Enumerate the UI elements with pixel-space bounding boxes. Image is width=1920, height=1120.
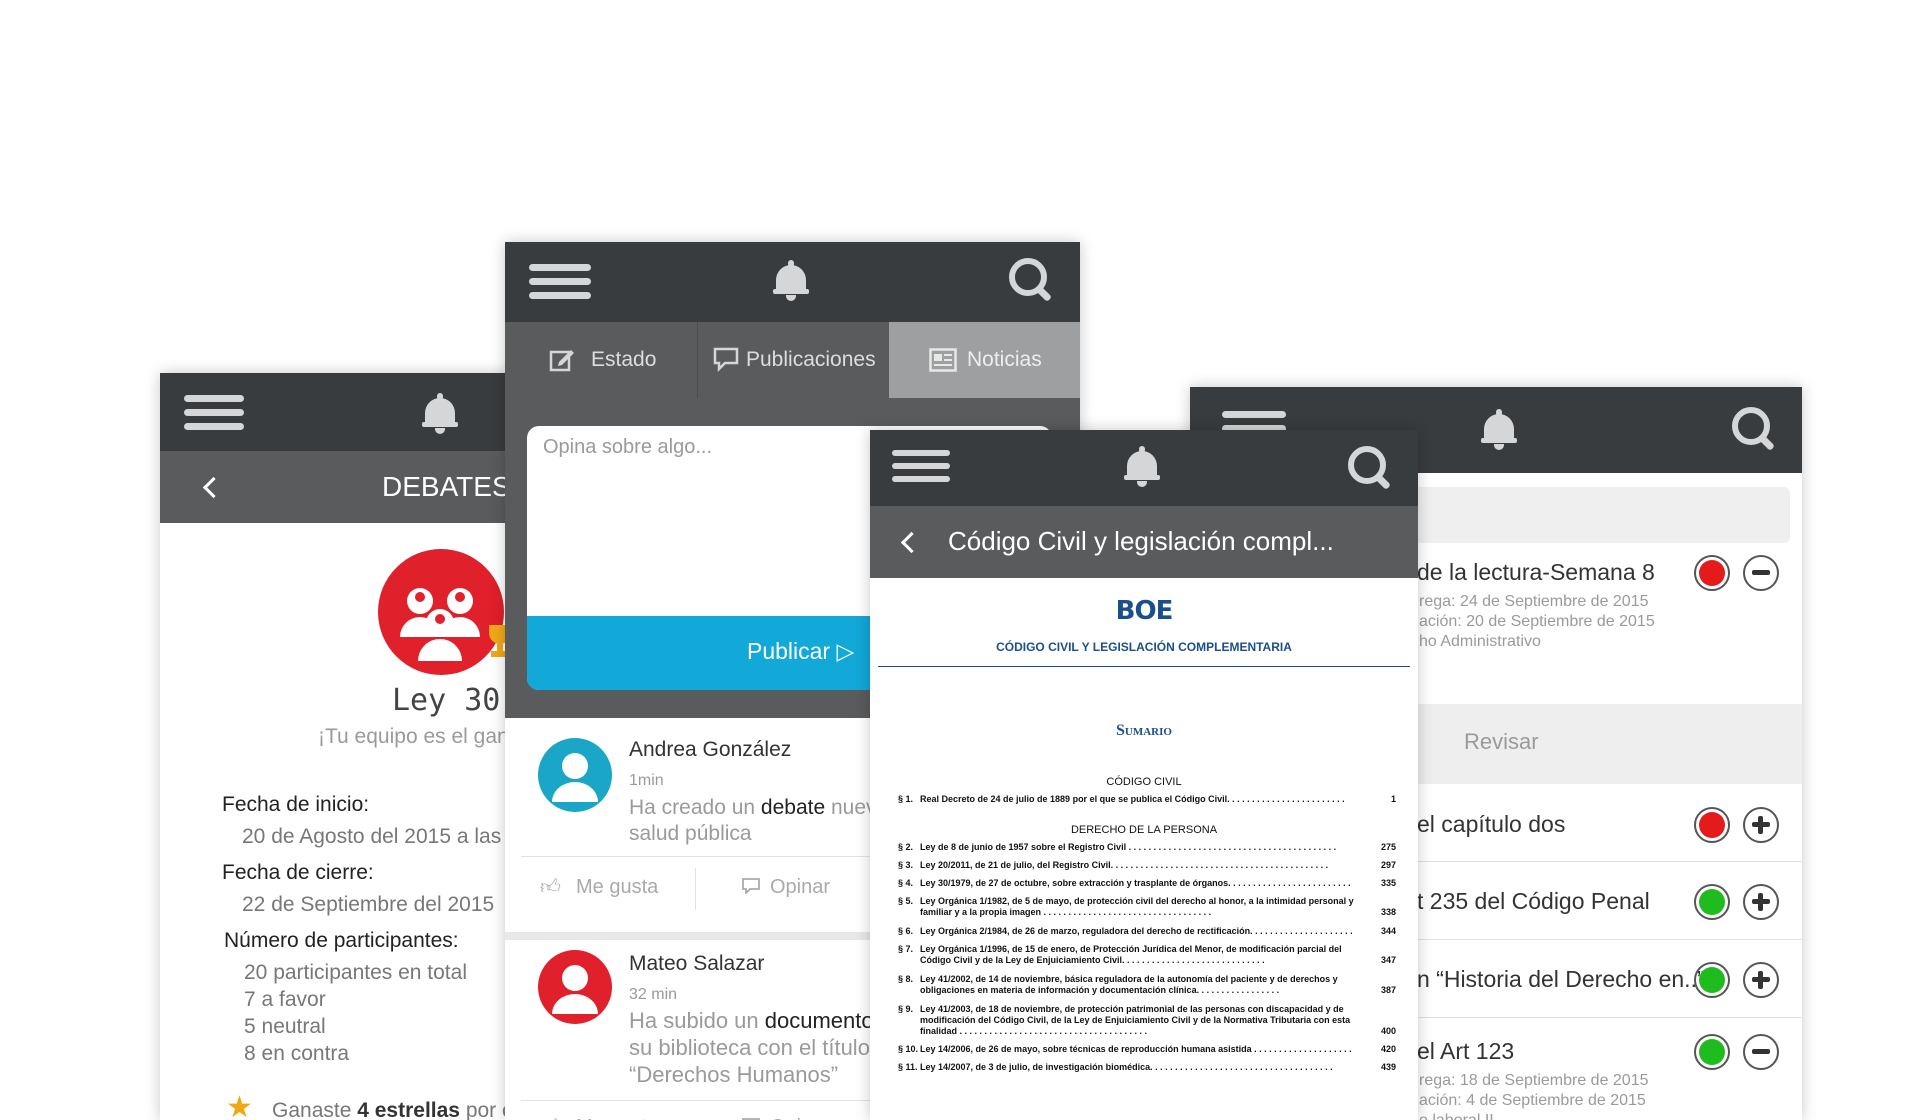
task-title: n “Historia del Derecho en..” (1417, 966, 1705, 992)
star-icon: ★ (226, 1090, 253, 1120)
top-bar (505, 242, 1080, 322)
avatar[interactable] (538, 950, 612, 1024)
toc-entry[interactable]: § 3. Ley 20/2011, de 21 de julio, del Reg… (898, 860, 1396, 872)
tab-estado[interactable]: Estado (505, 322, 698, 398)
search-icon[interactable] (1348, 446, 1392, 494)
plus-circle-icon[interactable] (1743, 962, 1779, 998)
top-bar (870, 430, 1418, 506)
team-message: ¡Tu equipo es el gan (318, 725, 509, 748)
thumbs-up-icon: 👍︎ (540, 874, 561, 898)
toc-entry[interactable]: § 8. Ley 41/2002, de 14 de noviembre, bás… (898, 974, 1396, 998)
post-text-line: salud pública (629, 822, 752, 845)
task-title: el capítulo dos (1417, 811, 1566, 837)
participants-favor: 7 a favor (244, 988, 326, 1011)
minus-circle-icon[interactable] (1743, 1034, 1779, 1070)
header-bar: Código Civil y legislación compl... (870, 506, 1418, 578)
toc-entry[interactable]: § 6. Ley Orgánica 2/1984, de 26 de marzo,… (898, 926, 1396, 938)
post-time: 32 min (629, 986, 678, 1003)
sumario-heading: Sumario (1116, 722, 1172, 739)
post-text: Ha creado un debate nuev (629, 796, 877, 819)
page-title: Código Civil y legislación compl... (948, 526, 1334, 556)
edit-icon (549, 346, 575, 372)
like-button[interactable]: 👍︎ Me gusta (540, 868, 690, 908)
task-detail: rega: 18 de Septiembre de 2015 (1419, 1072, 1649, 1089)
participants-against: 8 en contra (244, 1042, 350, 1065)
start-date-label: Fecha de inicio: (222, 793, 370, 816)
toc-entry[interactable]: § 9. Ley 41/2003, de 18 de noviembre, de … (898, 1004, 1396, 1038)
post-time: 1min (629, 772, 664, 789)
chat-icon (713, 346, 739, 373)
newspaper-icon (929, 348, 957, 372)
divider (695, 868, 696, 910)
chat-icon (742, 878, 760, 896)
participants-label: Número de participantes: (224, 929, 459, 952)
tab-bar: Estado Publicaciones Noticias (505, 322, 1080, 398)
divider (878, 666, 1410, 667)
plus-circle-icon[interactable] (1743, 884, 1779, 920)
toc-entry[interactable]: § 1. Real Decreto de 24 de julio de 1889… (898, 794, 1396, 806)
search-icon[interactable] (1732, 407, 1776, 455)
bell-icon[interactable] (1124, 446, 1160, 488)
thumbs-up-icon: 👍︎ (540, 1114, 561, 1120)
document-screen: Código Civil y legislación compl... BOE … (870, 430, 1418, 1120)
status-green-icon (1694, 1034, 1730, 1070)
task-title: el Art 123 (1417, 1038, 1515, 1064)
section-heading: CÓDIGO CIVIL (1106, 776, 1182, 788)
status-green-icon (1694, 884, 1730, 920)
back-icon[interactable] (202, 476, 225, 499)
search-icon[interactable] (1009, 258, 1053, 306)
menu-icon[interactable] (529, 264, 591, 300)
post-text-line: su biblioteca con el título (629, 1035, 870, 1060)
participants-total: 20 participantes en total (244, 961, 467, 984)
toc-entry[interactable]: § 4. Ley 30/1979, de 27 de octubre, sobre… (898, 878, 1396, 890)
section-heading: DERECHO DE LA PERSONA (1070, 824, 1218, 836)
task-detail: rega: 24 de Septiembre de 2015 (1419, 593, 1649, 610)
status-red-icon (1694, 807, 1730, 843)
law-name: Ley 30 (392, 683, 501, 718)
participants-neutral: 5 neutral (244, 1015, 326, 1038)
bell-icon[interactable] (773, 260, 809, 302)
bell-icon[interactable] (422, 393, 458, 435)
post-text-line: “Derechos Humanos” (629, 1062, 839, 1087)
post-author[interactable]: Mateo Salazar (629, 952, 764, 976)
search-input[interactable] (1414, 487, 1790, 543)
menu-icon[interactable] (184, 395, 244, 431)
task-title: t 235 del Código Penal (1417, 888, 1650, 914)
toc-entry[interactable]: § 2. Ley de 8 de junio de 1957 sobre el R… (898, 842, 1396, 854)
stars-message: Ganaste 4 estrellas por c (272, 1099, 513, 1120)
task-title: de la lectura-Semana 8 (1417, 559, 1655, 585)
toc-entry[interactable]: § 7. Ley Orgánica 1/1996, de 15 de enero,… (898, 944, 1396, 968)
plus-circle-icon[interactable] (1743, 807, 1779, 843)
tab-publicaciones[interactable]: Publicaciones (698, 322, 888, 398)
bell-icon[interactable] (1481, 409, 1517, 451)
tab-noticias[interactable]: Noticias (889, 322, 1080, 398)
status-green-icon (1694, 962, 1730, 998)
post-author[interactable]: Andrea González (629, 738, 791, 762)
post-text: Ha subido un documento (629, 1008, 874, 1033)
task-detail: o laboral II (1419, 1112, 1494, 1120)
like-button[interactable]: 👍︎ Me gusta (540, 1108, 690, 1120)
toc-entry[interactable]: § 11. Ley 14/2007, de 3 de julio, de inve… (898, 1062, 1396, 1074)
document-heading: CÓDIGO CIVIL Y LEGISLACIÓN COMPLEMENTARI… (996, 640, 1292, 654)
page-title: DEBATES (382, 471, 511, 502)
status-red-icon (1694, 555, 1730, 591)
document-page[interactable]: BOE CÓDIGO CIVIL Y LEGISLACIÓN COMPLEMEN… (870, 578, 1418, 1120)
toc-entry[interactable]: § 10. Ley 14/2006, de 26 de mayo, sobre t… (898, 1044, 1396, 1056)
task-detail: ho Administrativo (1419, 633, 1541, 650)
start-date-value: 20 de Agosto del 2015 a las (242, 825, 502, 848)
menu-icon[interactable] (892, 450, 950, 484)
task-detail: ación: 4 de Septiembre de 2015 (1419, 1092, 1646, 1109)
back-icon[interactable] (900, 531, 923, 554)
toc-entry[interactable]: § 5. Ley Orgánica 1/1982, de 5 de mayo, d… (898, 896, 1396, 920)
task-detail: ación: 20 de Septiembre de 2015 (1419, 613, 1655, 630)
boe-logo: BOE (1115, 596, 1174, 626)
end-date-label: Fecha de cierre: (222, 861, 374, 884)
avatar[interactable] (538, 738, 612, 812)
minus-circle-icon[interactable] (1743, 555, 1779, 591)
end-date-value: 22 de Septiembre del 2015 (242, 893, 495, 916)
